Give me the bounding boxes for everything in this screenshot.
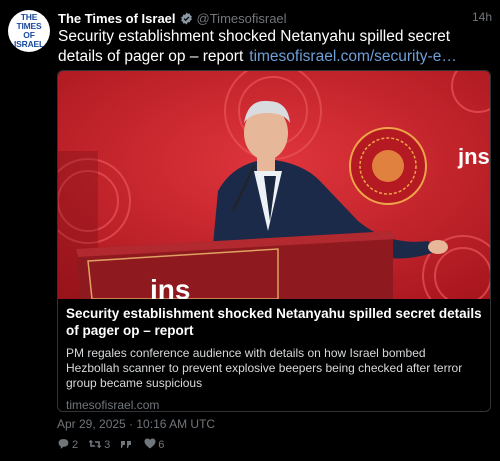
quote-icon: [120, 439, 134, 452]
handle[interactable]: @Timesofisrael: [197, 11, 287, 26]
card-image[interactable]: jns jns: [58, 71, 490, 299]
avatar-logo-text: THE TIMES OF ISRAEL: [14, 12, 44, 49]
retweet-icon: [88, 438, 104, 453]
verified-badge-icon: [180, 12, 193, 25]
heart-icon: [144, 438, 158, 452]
tweet-age[interactable]: 14h: [472, 10, 492, 24]
retweet-button[interactable]: 3: [88, 438, 110, 453]
avatar[interactable]: THE TIMES OF ISRAEL: [8, 10, 50, 52]
like-button[interactable]: 6: [144, 438, 164, 452]
jns-seal: [349, 127, 427, 205]
tweet[interactable]: THE TIMES OF ISRAEL The Times of Israel …: [0, 0, 500, 461]
card-description: PM regales conference audience with deta…: [66, 346, 463, 390]
reply-button[interactable]: 2: [57, 438, 78, 453]
display-name[interactable]: The Times of Israel: [58, 11, 176, 26]
card-body[interactable]: Security establishment shocked Netanyahu…: [58, 299, 490, 412]
backdrop-brand-text: jns: [457, 144, 490, 169]
reply-count: 2: [72, 439, 79, 451]
like-count: 6: [158, 439, 165, 451]
tweet-text: Security establishment shocked Netanyahu…: [58, 27, 490, 67]
tweet-link[interactable]: timesofisrael.com/security-e…: [249, 48, 457, 65]
retweet-count: 3: [104, 439, 111, 451]
quote-button[interactable]: [120, 439, 134, 452]
action-bar: 2 3 6: [57, 437, 174, 453]
link-card[interactable]: jns jns Security establishment shocked N…: [57, 70, 491, 412]
card-domain: timesofisrael.com: [66, 398, 160, 412]
reply-icon: [57, 438, 72, 453]
podium-brand-text: jns: [149, 274, 190, 299]
card-title[interactable]: Security establishment shocked Netanyahu…: [66, 305, 482, 339]
tweet-timestamp[interactable]: Apr 29, 2025 · 10:16 AM UTC: [57, 417, 215, 431]
tweet-header: The Times of Israel @Timesofisrael 14h: [58, 9, 492, 27]
